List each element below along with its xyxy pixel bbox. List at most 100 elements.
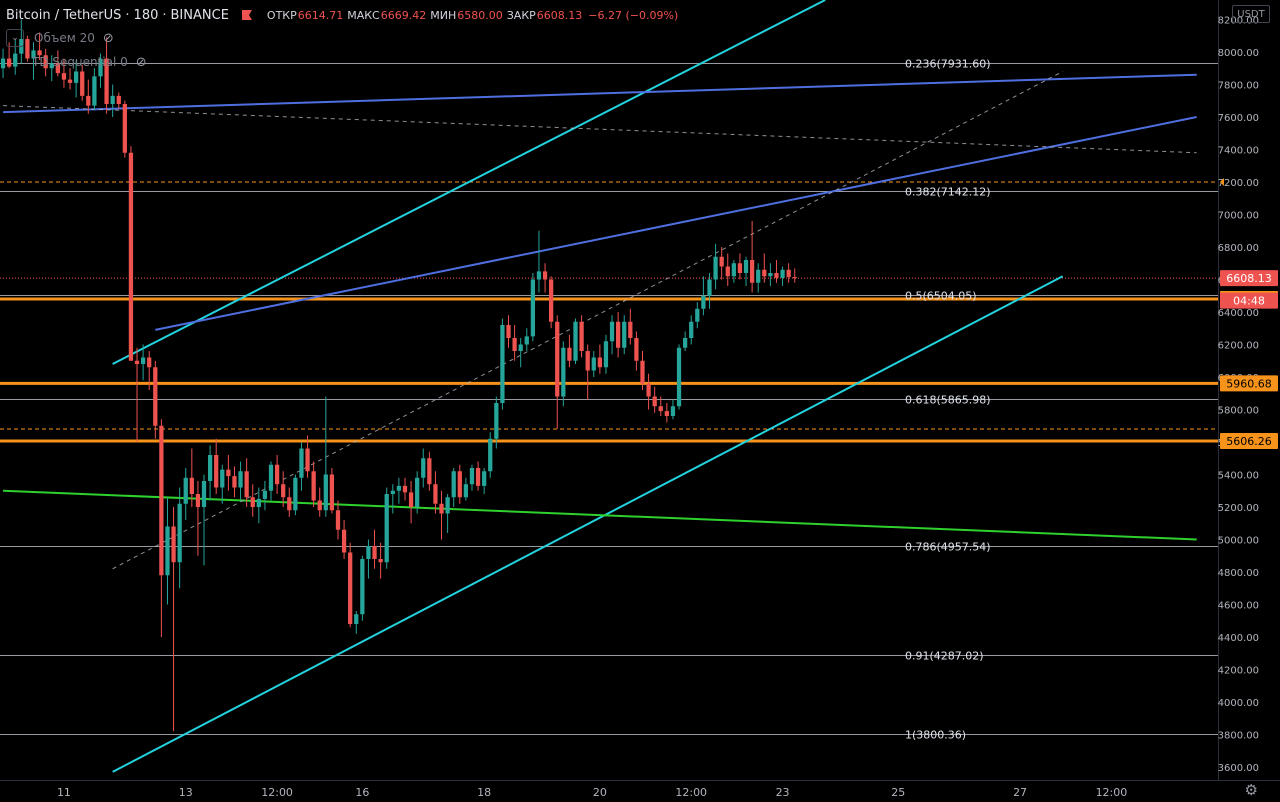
candle-body [408,492,414,507]
price-tick-label: 6800.00 [1218,243,1259,254]
candle-body [61,73,67,80]
candle-body [122,104,127,153]
candle-body [768,273,773,277]
candle-body [664,411,669,416]
price-tick-label: 3600.00 [1218,763,1259,774]
high-value: 6669.42 [380,8,427,22]
interval-label[interactable]: 180 [134,8,159,23]
candle-body [201,481,207,507]
price-tick-label: 6400.00 [1218,308,1259,319]
candle-body [402,485,408,493]
candle-body [396,485,402,491]
candle-body [226,469,231,477]
candle-body [372,546,377,559]
eye-off-icon[interactable]: ⊘ [136,55,147,70]
close-value: 6608.13 [536,8,583,22]
candle-body [183,477,188,504]
separator: · [162,7,167,23]
candle-body [640,360,645,384]
candle-body [749,260,755,283]
candle-body [299,448,304,478]
candle-body [195,494,201,507]
open-label: ОТКР [266,8,297,22]
indicator-name: Объем 20 [34,31,95,45]
candle-body [421,458,426,478]
gear-icon[interactable]: ⚙ [1245,781,1258,799]
fib-label: 0.618(5865.98) [905,394,991,407]
indicator-volume[interactable]: ⌄ Объем 20 ⊘ [6,29,114,47]
candle-body [774,273,779,278]
chevron-down-icon[interactable]: ⌄ [6,29,24,47]
candle-body [737,263,743,273]
symbol-name[interactable]: Bitcoin / TetherUS [6,8,121,23]
candle-body [482,471,487,486]
level-price-tag: 5960.68 [1226,377,1272,390]
price-tick-label: 5200.00 [1218,503,1259,514]
candle-body [670,406,676,416]
flag-icon[interactable] [241,9,253,21]
candle-body [707,279,712,296]
separator: · [125,7,130,23]
candle-body [214,455,219,488]
candle-body [579,321,584,351]
price-tick-label: 4000.00 [1218,698,1259,709]
candle-body [530,279,536,337]
candle-body [445,497,450,514]
price-chart[interactable]: 0.236(7931.60) 0.382(7142.12) 0.5(6504.05)… [0,0,1280,802]
fib-label: 0.786(4957.54) [905,541,991,554]
price-tick-label: 7800.00 [1218,81,1259,92]
time-tick-label: 11 [57,786,71,799]
time-tick-label: 18 [477,786,491,799]
legend-header: Bitcoin / TetherUS · 180 · BINANCE ОТКР … [6,5,678,25]
candle-body [463,484,469,498]
candle-body [542,271,548,280]
time-tick-label: 20 [593,786,607,799]
candle-body [354,614,359,624]
candle-body [469,468,475,485]
candle-body [549,279,554,322]
candle-body [609,321,615,342]
candle-body [756,269,761,283]
time-tick-label: 27 [1013,786,1027,799]
candle-body [585,351,590,371]
price-tick-label: 7400.00 [1218,146,1259,157]
candle-body [743,260,749,273]
candle-body [762,269,767,277]
candle-body [171,526,176,563]
candle-body [366,546,371,559]
indicator-td-sequential[interactable]: TD Sequential 0 ⊘ [32,53,147,71]
close-label: ЗАКР [506,8,536,22]
candle-body [110,95,115,104]
eye-off-icon[interactable]: ⊘ [103,31,114,46]
candle-body [713,256,718,280]
indicator-name: TD Sequential 0 [32,55,128,69]
price-tick-label: 5400.00 [1218,471,1259,482]
candle-body [433,484,438,504]
candle-body [220,469,225,488]
candle-body [262,490,268,499]
candle-body [244,471,249,498]
time-tick-label: 12:00 [1096,786,1128,799]
time-tick-label: 25 [891,786,905,799]
candle-body [567,347,572,361]
candle-body [488,438,493,472]
price-tick-label: 5800.00 [1218,406,1259,417]
candle-body [348,552,353,624]
candle-body [128,152,134,361]
time-tick-label: 16 [355,786,369,799]
candle-body [7,58,12,67]
time-tick-label: 12:00 [675,786,707,799]
candle-body [786,269,791,278]
candle-body [341,529,347,553]
candle-body [92,76,97,106]
candle-body [86,95,91,106]
change-value: −6.27 (−0.09%) [588,8,679,22]
time-tick-label: 12:00 [261,786,293,799]
candle-body [658,406,663,412]
candle-body [512,338,517,351]
candle-body [317,500,322,511]
candle-body [384,494,389,563]
fib-label: 0.236(7931.60) [905,58,991,71]
price-tick-label: 8000.00 [1218,48,1259,59]
currency-badge[interactable]: USDT [1232,5,1270,23]
